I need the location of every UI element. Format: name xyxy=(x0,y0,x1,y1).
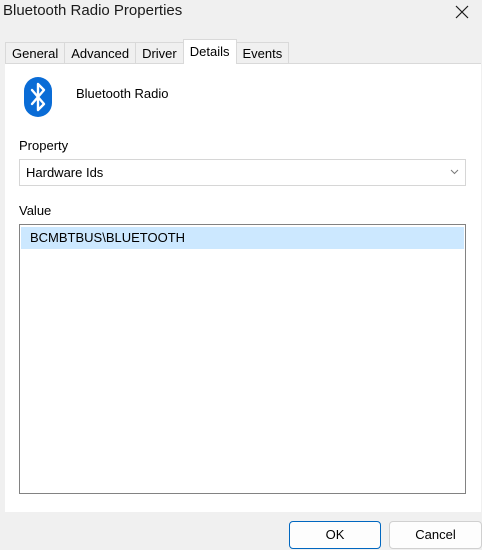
close-button[interactable] xyxy=(442,0,482,24)
close-icon xyxy=(455,5,469,19)
property-select[interactable]: Hardware Ids xyxy=(19,159,466,186)
property-label: Property xyxy=(19,138,69,153)
tab-strip: General Advanced Driver Details Events xyxy=(5,39,290,64)
button-bar: OK Cancel xyxy=(0,512,482,550)
tab-driver[interactable]: Driver xyxy=(135,42,184,64)
details-panel: Bluetooth Radio Property Hardware Ids Va… xyxy=(5,63,481,512)
property-selected-value: Hardware Ids xyxy=(26,165,104,180)
cancel-button[interactable]: Cancel xyxy=(389,521,482,549)
device-name: Bluetooth Radio xyxy=(76,86,169,101)
tab-advanced[interactable]: Advanced xyxy=(64,42,137,64)
ok-button[interactable]: OK xyxy=(289,521,381,549)
tab-events[interactable]: Events xyxy=(235,42,290,64)
bluetooth-icon xyxy=(24,77,52,117)
tab-general[interactable]: General xyxy=(5,42,66,64)
value-list[interactable]: BCMBTBUS\BLUETOOTH xyxy=(19,224,466,494)
title-bar: Bluetooth Radio Properties xyxy=(0,0,482,36)
window-title: Bluetooth Radio Properties xyxy=(3,2,183,19)
list-item[interactable]: BCMBTBUS\BLUETOOTH xyxy=(21,227,464,249)
chevron-down-icon xyxy=(450,169,459,175)
tab-details[interactable]: Details xyxy=(182,39,237,64)
value-label: Value xyxy=(19,203,52,218)
